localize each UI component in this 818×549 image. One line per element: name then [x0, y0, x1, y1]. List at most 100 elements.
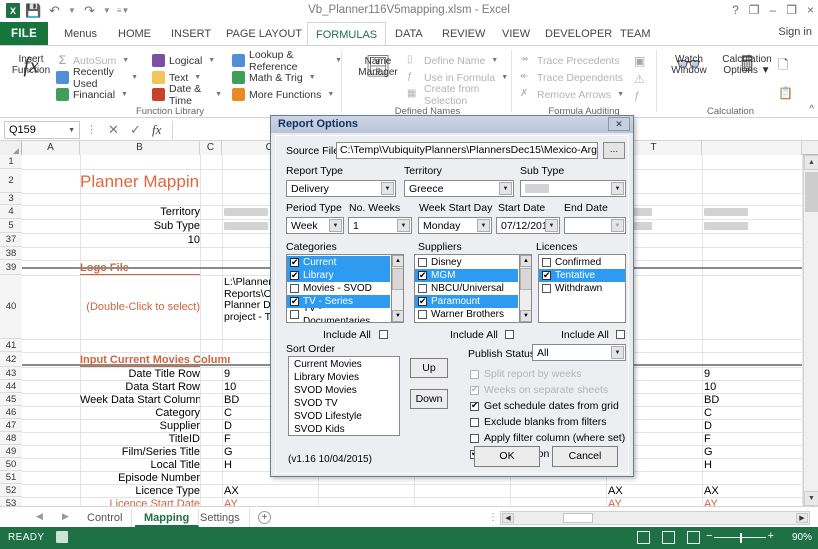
row-header-5[interactable]: 5	[0, 219, 22, 233]
column-header-A[interactable]: A	[22, 141, 80, 155]
tab-view[interactable]: VIEW	[494, 22, 538, 46]
cell-far46[interactable]: C	[704, 407, 794, 419]
define-name-button[interactable]: ▯ Define Name ▼	[407, 52, 512, 69]
row-header-52[interactable]: 52	[0, 484, 22, 497]
supplier-item-checkbox[interactable]	[418, 284, 427, 293]
row-header-49[interactable]: 49	[0, 445, 22, 458]
cell-B4[interactable]: Territory	[80, 206, 200, 219]
cell-far53[interactable]: AY	[704, 498, 794, 506]
tab-data[interactable]: DATA	[387, 22, 431, 46]
previous-sheet-icon[interactable]: ◀	[36, 511, 43, 522]
tab-team[interactable]: TEAM	[612, 22, 659, 46]
sort-order-item[interactable]: SVOD Kids	[289, 423, 399, 435]
end-date-select[interactable]: ▼	[564, 217, 626, 234]
territory-select[interactable]: Greece ▼	[404, 180, 514, 197]
chevron-down-icon[interactable]: ▼	[617, 91, 624, 98]
option-checkbox-3[interactable]	[470, 418, 479, 427]
chevron-down-icon[interactable]: ▼	[309, 74, 316, 81]
licence-item-checkbox[interactable]	[542, 269, 551, 282]
row-header-42[interactable]: 42	[0, 352, 22, 367]
vertical-scroll-thumb[interactable]	[805, 172, 818, 212]
cell-B40[interactable]: (Double-Click to select)	[80, 276, 200, 339]
name-manager-button[interactable]: 🗄 Name Manager	[351, 56, 405, 79]
cell-far48[interactable]: F	[704, 433, 794, 445]
close-icon[interactable]: ×	[807, 3, 814, 17]
categories-listbox[interactable]: TV - DocumentariesTV - Series Movies - SV…	[286, 254, 404, 323]
category-item-checkbox[interactable]	[290, 256, 299, 269]
categories-scrollbar[interactable]: ▲ ▼	[391, 255, 403, 322]
row-header-51[interactable]: 51	[0, 471, 22, 484]
sort-order-item[interactable]: Library Movies	[289, 371, 399, 384]
dialog-close-icon[interactable]: ✕	[608, 117, 630, 131]
scroll-up-icon[interactable]: ▲	[804, 155, 818, 170]
trace-dependents-button[interactable]: ↞ Trace Dependents	[520, 69, 630, 86]
row-header-45[interactable]: 45	[0, 393, 22, 406]
sort-down-button[interactable]: Down	[410, 389, 448, 409]
option-checkbox-0[interactable]	[470, 370, 479, 379]
row-header-53[interactable]: 53	[0, 497, 22, 506]
sheet-tab-bar[interactable]: ◀ ▶ Control Mapping Settings + ⋮ ◀ ▶	[0, 506, 818, 527]
tab-menus[interactable]: Menus	[56, 22, 105, 46]
column-header-C[interactable]: C	[200, 141, 222, 155]
category-item-checkbox[interactable]	[290, 284, 299, 293]
ribbon-tab-strip[interactable]: FILE Menus HOME INSERT PAGE LAYOUT FORMU…	[0, 22, 818, 47]
option-checkbox-2[interactable]	[470, 400, 479, 411]
cell-far47[interactable]: D	[704, 420, 794, 432]
chevron-down-icon[interactable]: ▼	[501, 74, 508, 81]
scroll-thumb[interactable]	[520, 268, 531, 290]
cell-O5-masked[interactable]	[224, 222, 268, 230]
licence-item-checkbox[interactable]	[542, 258, 551, 267]
chevron-down-icon[interactable]: ▼	[194, 74, 201, 81]
cell-far43[interactable]: 9	[704, 368, 794, 380]
category-item[interactable]: Movies - SVOD	[287, 282, 390, 295]
chevron-down-icon[interactable]: ▼	[327, 91, 334, 98]
cell-B48[interactable]: TitleID	[80, 433, 200, 445]
horizontal-scroll-thumb[interactable]	[563, 513, 593, 523]
week-start-day-select[interactable]: Monday ▼	[418, 217, 492, 234]
chevron-down-icon[interactable]: ▼	[68, 122, 75, 139]
chevron-down-icon[interactable]: ▼	[215, 91, 222, 98]
row-header-40[interactable]: 40	[0, 275, 22, 339]
cell-B47[interactable]: Supplier	[80, 420, 200, 432]
date-time-button[interactable]: Date & Time ▼	[152, 83, 222, 107]
cell-B53[interactable]: Licence Start Date	[80, 498, 201, 506]
suppliers-scrollbar[interactable]: ▲ ▼	[519, 255, 531, 322]
financial-button[interactable]: Financial ▼	[56, 86, 138, 103]
ok-button[interactable]: OK	[474, 446, 540, 467]
sub-type-select[interactable]: ▼	[520, 180, 626, 197]
row-header-43[interactable]: 43	[0, 367, 22, 380]
scroll-down-icon[interactable]: ▼	[804, 491, 818, 506]
chevron-down-icon[interactable]: ▼	[477, 219, 490, 232]
chevron-down-icon[interactable]: ▼	[329, 219, 342, 232]
publish-status-select[interactable]: All ▼	[532, 344, 626, 361]
cell-far49[interactable]: G	[704, 446, 794, 458]
cell-B51[interactable]: Episode Number	[80, 472, 200, 484]
category-item-checkbox[interactable]	[290, 310, 299, 319]
supplier-item[interactable]: Warner Brothers	[415, 308, 518, 321]
scroll-up-icon[interactable]: ▲	[392, 255, 403, 267]
zoom-out-icon[interactable]: −	[706, 530, 712, 542]
scroll-thumb[interactable]	[392, 268, 403, 290]
more-functions-button[interactable]: More Functions ▼	[232, 86, 342, 103]
cell-far44[interactable]: 10	[704, 381, 794, 393]
row-header-44[interactable]: 44	[0, 380, 22, 393]
cancel-button[interactable]: Cancel	[552, 446, 618, 467]
licence-item-checkbox[interactable]	[542, 284, 551, 293]
row-header-47[interactable]: 47	[0, 419, 22, 432]
evaluate-formula-icon[interactable]: ƒ	[634, 90, 640, 102]
sort-order-listbox[interactable]: SVOD Kids SVOD Lifestyle SVOD TV SVOD Movie…	[288, 356, 400, 436]
chevron-down-icon[interactable]: ▼	[131, 74, 138, 81]
suppliers-include-all-checkbox[interactable]	[505, 330, 514, 339]
no-weeks-select[interactable]: 1 ▼	[348, 217, 412, 234]
normal-view-icon[interactable]	[637, 531, 650, 544]
ribbon-display-options-icon[interactable]: ❐	[749, 3, 760, 17]
scroll-down-icon[interactable]: ▼	[520, 310, 531, 322]
tab-review[interactable]: REVIEW	[434, 22, 493, 46]
sign-in-link[interactable]: Sign in	[778, 26, 812, 38]
licence-item[interactable]: Tentative	[539, 269, 625, 282]
row-header-2[interactable]: 2	[0, 169, 22, 193]
insert-function-button[interactable]: fx Insert Function	[4, 54, 58, 76]
remove-arrows-button[interactable]: ✗ Remove Arrows ▼	[520, 86, 630, 103]
licences-include-all-checkbox[interactable]	[616, 330, 625, 339]
categories-include-all-checkbox[interactable]	[379, 330, 388, 339]
